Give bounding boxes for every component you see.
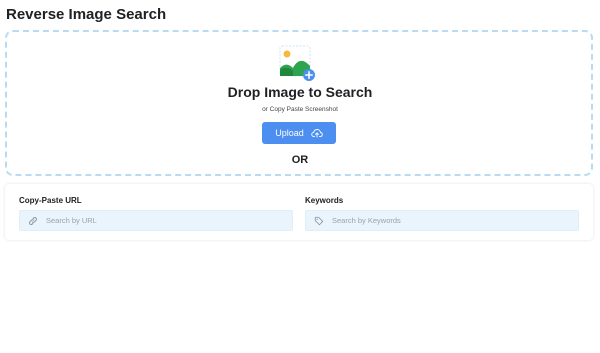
- url-field[interactable]: [19, 210, 293, 231]
- keywords-field[interactable]: [305, 210, 579, 231]
- upload-button-label: Upload: [275, 128, 304, 138]
- dropzone-subtitle: or Copy Paste Screenshot: [262, 106, 338, 113]
- link-icon: [29, 216, 37, 225]
- or-divider-label: OR: [291, 154, 309, 166]
- cloud-upload-icon: [311, 129, 323, 138]
- url-field-label: Copy-Paste URL: [19, 196, 82, 205]
- keywords-search-input[interactable]: [332, 216, 562, 225]
- upload-button[interactable]: Upload: [262, 122, 336, 144]
- page-title: Reverse Image Search: [6, 6, 167, 23]
- tag-icon: [314, 216, 324, 225]
- dropzone-title: Drop Image to Search: [227, 84, 373, 100]
- image-add-icon: [279, 45, 315, 81]
- keywords-field-label: Keywords: [305, 196, 344, 205]
- url-search-input[interactable]: [46, 216, 276, 225]
